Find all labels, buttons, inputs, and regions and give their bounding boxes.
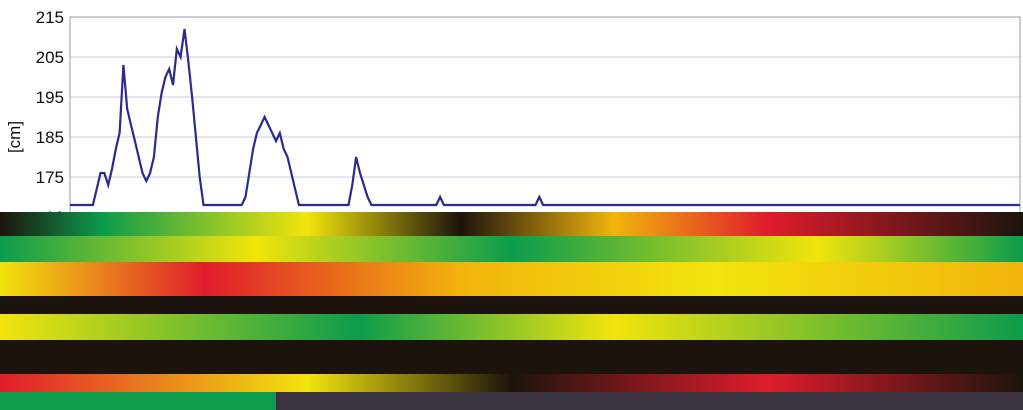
grid-lines (70, 16, 1020, 218)
glitch-band (0, 392, 1023, 410)
y-tick-label: 195 (36, 88, 64, 107)
series-line (70, 28, 1020, 207)
glitch-band (0, 212, 1023, 236)
glitch-band (0, 262, 1023, 296)
y-tick-label: 185 (36, 128, 64, 147)
y-tick-label: 175 (36, 168, 64, 187)
glitch-band (0, 374, 1023, 392)
y-axis-label: [cm] (5, 121, 24, 153)
glitch-band (0, 340, 1023, 374)
plot-frame (69, 16, 1021, 218)
glitch-band (0, 296, 1023, 314)
y-tick-label: 205 (36, 48, 64, 67)
y-tick-label: 215 (36, 8, 64, 27)
y-tick-labels: 21520519518517516 (36, 8, 64, 227)
glitch-band (0, 236, 1023, 262)
glitch-band (0, 314, 1023, 340)
